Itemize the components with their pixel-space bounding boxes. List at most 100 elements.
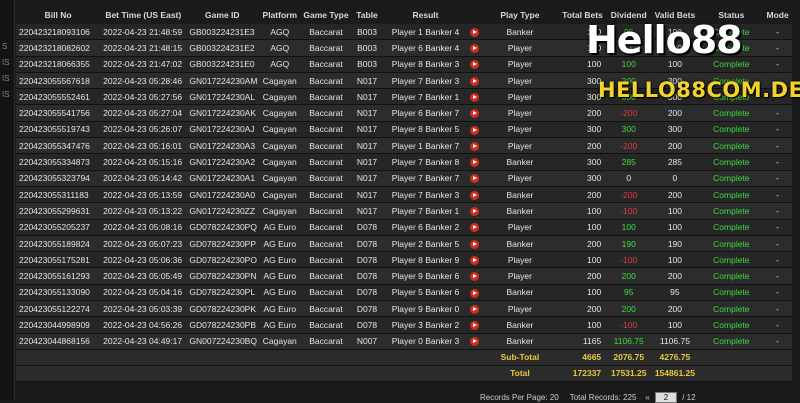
bet-time-cell: 2022-04-23 05:13:22 bbox=[100, 202, 187, 220]
play-type-cell: Banker bbox=[481, 153, 558, 171]
valid-bets-cell: 200 bbox=[650, 137, 700, 155]
bill-no-cell: 220423055161293 bbox=[16, 267, 101, 285]
replay-button[interactable] bbox=[467, 153, 482, 171]
dividend-cell: -100 bbox=[607, 202, 651, 220]
table-cell: D078 bbox=[350, 219, 384, 236]
replay-button[interactable] bbox=[467, 284, 482, 302]
mode-cell: - bbox=[763, 219, 792, 236]
column-header: Platform bbox=[258, 6, 302, 24]
play-type-cell: Player bbox=[481, 267, 558, 285]
replay-button[interactable] bbox=[467, 300, 482, 318]
replay-button[interactable] bbox=[467, 170, 482, 187]
replay-button[interactable] bbox=[467, 235, 482, 253]
bill-no-cell: 220423055133090 bbox=[16, 284, 101, 302]
mode-cell: - bbox=[763, 251, 792, 269]
status-cell: Complete bbox=[699, 251, 764, 269]
dividend-cell: -100 bbox=[607, 251, 651, 269]
left-strip-text: IS bbox=[2, 74, 10, 83]
play-type-cell: Banker bbox=[481, 333, 558, 350]
status-cell: Complete bbox=[699, 153, 764, 171]
column-header bbox=[467, 6, 482, 24]
table-cell: B003 bbox=[350, 39, 384, 57]
play-video-icon[interactable] bbox=[470, 272, 480, 282]
records-per-page[interactable]: Records Per Page: 20 bbox=[480, 393, 559, 402]
play-video-icon[interactable] bbox=[470, 76, 480, 86]
replay-button[interactable] bbox=[467, 316, 482, 334]
game-id-cell: GD078224230PQ bbox=[186, 219, 259, 236]
play-video-icon[interactable] bbox=[470, 223, 480, 233]
replay-button[interactable] bbox=[467, 333, 482, 350]
game-type-cell: Baccarat bbox=[301, 24, 351, 41]
platform-cell: Cagayan bbox=[258, 333, 302, 350]
play-type-cell: Player bbox=[481, 170, 558, 187]
replay-button[interactable] bbox=[467, 267, 482, 285]
play-video-icon[interactable] bbox=[470, 141, 480, 151]
play-video-icon[interactable] bbox=[470, 321, 480, 331]
dividend-cell: -200 bbox=[607, 186, 651, 204]
table-cell: N017 bbox=[350, 202, 384, 220]
replay-button[interactable] bbox=[467, 88, 482, 106]
bet-time-cell: 2022-04-23 05:26:07 bbox=[100, 121, 187, 139]
bet-time-cell: 2022-04-23 05:07:23 bbox=[100, 235, 187, 253]
play-video-icon[interactable] bbox=[470, 207, 480, 217]
play-video-icon[interactable] bbox=[470, 190, 480, 200]
play-video-icon[interactable] bbox=[470, 109, 480, 119]
mode-cell: - bbox=[763, 333, 792, 350]
table-row: 220423055175281 2022-04-23 05:06:36 GD0782… bbox=[16, 251, 792, 269]
prev-page-button[interactable]: « bbox=[645, 393, 649, 402]
replay-button[interactable] bbox=[467, 186, 482, 204]
total-bets-cell: 100 bbox=[557, 284, 608, 302]
hello88-watermark-logo: Hello88 HELLO88COM.DEV bbox=[586, 18, 800, 108]
play-video-icon[interactable] bbox=[470, 304, 480, 314]
platform-cell: AGQ bbox=[258, 24, 302, 41]
game-type-cell: Baccarat bbox=[301, 72, 351, 90]
dividend-cell: 95 bbox=[607, 284, 651, 302]
replay-button[interactable] bbox=[467, 56, 482, 73]
replay-button[interactable] bbox=[467, 72, 482, 90]
replay-button[interactable] bbox=[467, 219, 482, 236]
summary-dividend: 2076.75 bbox=[607, 349, 651, 366]
play-video-icon[interactable] bbox=[470, 288, 480, 298]
total-bets-cell: 100 bbox=[557, 219, 608, 236]
summary-total-bets: 172337 bbox=[557, 365, 608, 382]
platform-cell: Cagayan bbox=[258, 153, 302, 171]
total-bets-cell: 200 bbox=[557, 235, 608, 253]
play-video-icon[interactable] bbox=[470, 44, 480, 54]
status-cell: Complete bbox=[699, 170, 764, 187]
replay-button[interactable] bbox=[467, 137, 482, 155]
game-id-cell: GD078224230PK bbox=[186, 300, 259, 318]
platform-cell: AGQ bbox=[258, 56, 302, 73]
bill-no-cell: 220423055205237 bbox=[16, 219, 101, 236]
play-video-icon[interactable] bbox=[470, 125, 480, 135]
replay-button[interactable] bbox=[467, 39, 482, 57]
play-video-icon[interactable] bbox=[470, 239, 480, 249]
page-number-input[interactable]: 2 bbox=[654, 392, 677, 403]
replay-button[interactable] bbox=[467, 121, 482, 139]
game-type-cell: Baccarat bbox=[301, 316, 351, 334]
result-cell: Player 6 Banker 2 bbox=[383, 219, 468, 236]
play-type-cell: Player bbox=[481, 121, 558, 139]
replay-button[interactable] bbox=[467, 104, 482, 122]
summary-spacer bbox=[699, 365, 792, 382]
play-type-cell: Banker bbox=[481, 316, 558, 334]
table-cell: N017 bbox=[350, 121, 384, 139]
game-id-cell: GN017224230A3 bbox=[186, 137, 259, 155]
play-video-icon[interactable] bbox=[470, 337, 480, 347]
play-video-icon[interactable] bbox=[470, 255, 480, 265]
play-video-icon[interactable] bbox=[470, 60, 480, 70]
play-video-icon[interactable] bbox=[470, 27, 480, 37]
summary-spacer bbox=[16, 349, 482, 366]
mode-cell: - bbox=[763, 121, 792, 139]
platform-cell: Cagayan bbox=[258, 88, 302, 106]
play-video-icon[interactable] bbox=[470, 174, 480, 184]
replay-button[interactable] bbox=[467, 251, 482, 269]
summary-label: Total bbox=[481, 365, 558, 382]
bill-no-cell: 220423218082602 bbox=[16, 39, 101, 57]
replay-button[interactable] bbox=[467, 24, 482, 41]
game-type-cell: Baccarat bbox=[301, 219, 351, 236]
platform-cell: Cagayan bbox=[258, 121, 302, 139]
replay-button[interactable] bbox=[467, 202, 482, 220]
play-video-icon[interactable] bbox=[470, 92, 480, 102]
play-video-icon[interactable] bbox=[470, 158, 480, 168]
result-cell: Player 6 Banker 7 bbox=[383, 104, 468, 122]
